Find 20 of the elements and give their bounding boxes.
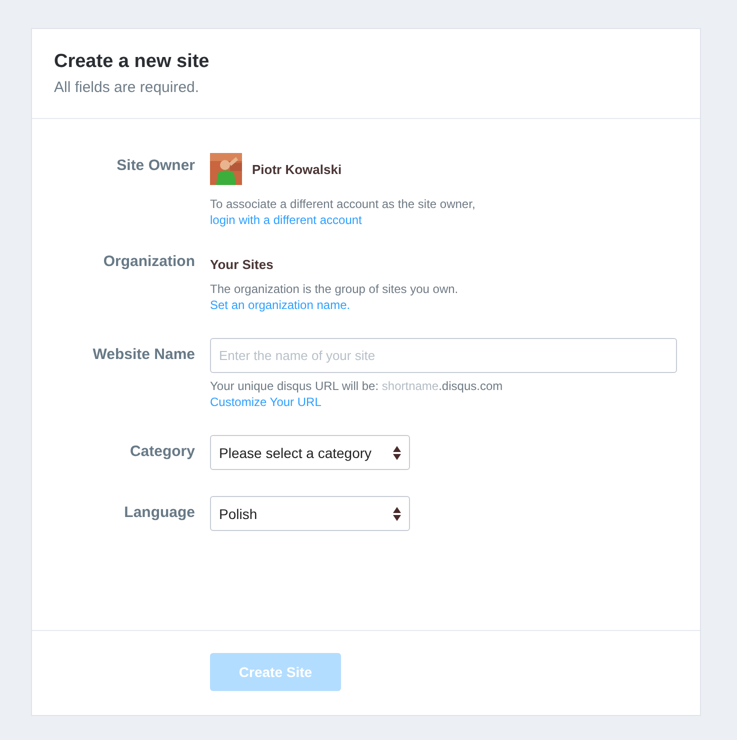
help-text: Your unique disqus URL will be: shortname.disqus.com [210,379,504,393]
help-text: The organization is the group of sites you own. [210,282,460,296]
subtitle: All fields are required. [54,79,200,96]
field-label: Organization [102,253,195,270]
field-label: Site Owner [116,156,195,174]
sort-icon [393,506,401,520]
sort-icon [393,446,401,460]
link[interactable]: Customize Your URL [210,395,322,409]
help-text: To associate a different account as the site owner, [210,197,476,211]
select-field[interactable]: Please select a category [210,435,410,470]
field-label: Language [123,503,195,521]
field-label: Category [128,442,195,460]
select-field[interactable]: Polish [210,496,410,531]
organization-name: Your Sites [210,256,274,272]
link[interactable]: Set an organization name. [210,298,350,312]
link[interactable]: login with a different account [210,213,362,227]
field-label: Website Name [92,345,195,363]
website-name-field[interactable]: Enter the name of your site [210,338,677,373]
owner-name: Piotr Kowalski [252,162,342,176]
page-title: Create a new site [54,51,210,73]
